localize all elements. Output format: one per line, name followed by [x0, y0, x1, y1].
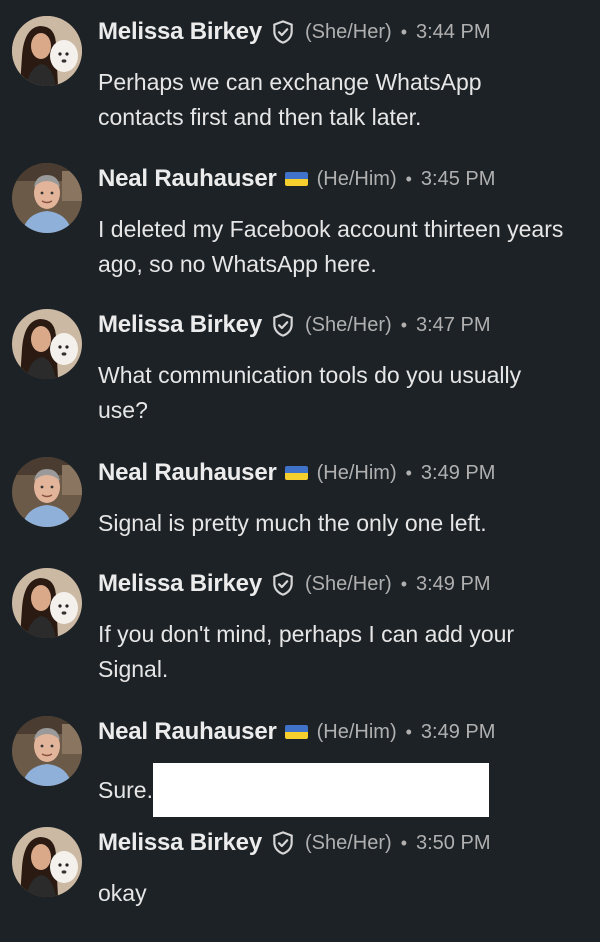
avatar-neal-image	[12, 716, 82, 786]
verified-shield-icon	[270, 571, 296, 597]
separator-dot: •	[400, 832, 407, 853]
avatar-melissa-image	[12, 16, 82, 86]
message-header: Neal Rauhauser (He/Him) • 3:49 PM	[98, 716, 495, 748]
avatar-neal[interactable]	[12, 457, 82, 527]
author-name[interactable]: Melissa Birkey	[98, 829, 262, 857]
verified-shield-icon	[270, 830, 296, 856]
message-text: If you don't mind, perhaps I can add you…	[98, 621, 515, 682]
avatar-melissa[interactable]	[12, 568, 82, 638]
timestamp: 3:47 PM	[416, 313, 491, 336]
avatar-melissa-image	[12, 827, 82, 897]
separator-dot: •	[400, 21, 407, 42]
message-text: Signal is pretty much the only one left.	[98, 510, 487, 536]
ukraine-flag-icon	[284, 725, 308, 739]
avatar-melissa-image	[12, 309, 82, 379]
separator-dot: •	[405, 168, 412, 189]
message-header: Melissa Birkey (She/Her) • 3:50 PM	[98, 827, 490, 859]
ukraine-flag-icon	[284, 172, 308, 186]
redaction-box	[152, 763, 489, 817]
message-header: Melissa Birkey (She/Her) • 3:49 PM	[98, 568, 490, 600]
pronouns: (He/Him)	[316, 720, 397, 743]
timestamp: 3:49 PM	[420, 461, 496, 484]
ukraine-flag-icon	[284, 466, 308, 480]
avatar-neal-image	[12, 163, 82, 233]
verified-shield-icon	[270, 19, 296, 45]
separator-dot: •	[405, 721, 412, 742]
author-name[interactable]: Neal Rauhauser	[98, 459, 277, 487]
pronouns: (He/Him)	[316, 167, 397, 190]
timestamp: 3:44 PM	[416, 20, 491, 43]
pronouns: (She/Her)	[304, 313, 392, 336]
separator-dot: •	[400, 573, 407, 594]
separator-dot: •	[405, 462, 412, 483]
avatar-neal-image	[12, 457, 82, 527]
message-text-container: Sure.	[98, 763, 568, 819]
separator-dot: •	[400, 314, 407, 335]
author-name[interactable]: Melissa Birkey	[98, 570, 262, 598]
pronouns: (He/Him)	[316, 461, 397, 484]
author-name[interactable]: Neal Rauhauser	[98, 718, 277, 746]
timestamp: 3:50 PM	[416, 831, 491, 854]
message-text: Perhaps we can exchange WhatsApp contact…	[98, 69, 482, 130]
message-header: Melissa Birkey (She/Her) • 3:44 PM	[98, 16, 490, 48]
timestamp: 3:49 PM	[416, 572, 491, 595]
pronouns: (She/Her)	[304, 831, 392, 854]
message-header: Melissa Birkey (She/Her) • 3:47 PM	[98, 309, 490, 341]
verified-shield-icon	[270, 312, 296, 338]
message-text: What communication tools do you usually …	[98, 362, 522, 423]
message-text: I deleted my Facebook account thirteen y…	[98, 216, 564, 277]
avatar-neal[interactable]	[12, 163, 82, 233]
message-header: Neal Rauhauser (He/Him) • 3:45 PM	[98, 163, 495, 195]
timestamp: 3:49 PM	[420, 720, 496, 743]
author-name[interactable]: Melissa Birkey	[98, 18, 262, 46]
pronouns: (She/Her)	[304, 572, 392, 595]
message-text: Sure.	[98, 777, 153, 804]
author-name[interactable]: Melissa Birkey	[98, 311, 262, 339]
message-text: okay	[98, 880, 147, 906]
avatar-melissa-image	[12, 568, 82, 638]
message-header: Neal Rauhauser (He/Him) • 3:49 PM	[98, 457, 495, 489]
avatar-melissa[interactable]	[12, 16, 82, 86]
author-name[interactable]: Neal Rauhauser	[98, 165, 277, 193]
avatar-melissa[interactable]	[12, 309, 82, 379]
avatar-neal[interactable]	[12, 716, 82, 786]
timestamp: 3:45 PM	[420, 167, 496, 190]
pronouns: (She/Her)	[304, 20, 392, 43]
avatar-melissa[interactable]	[12, 827, 82, 897]
